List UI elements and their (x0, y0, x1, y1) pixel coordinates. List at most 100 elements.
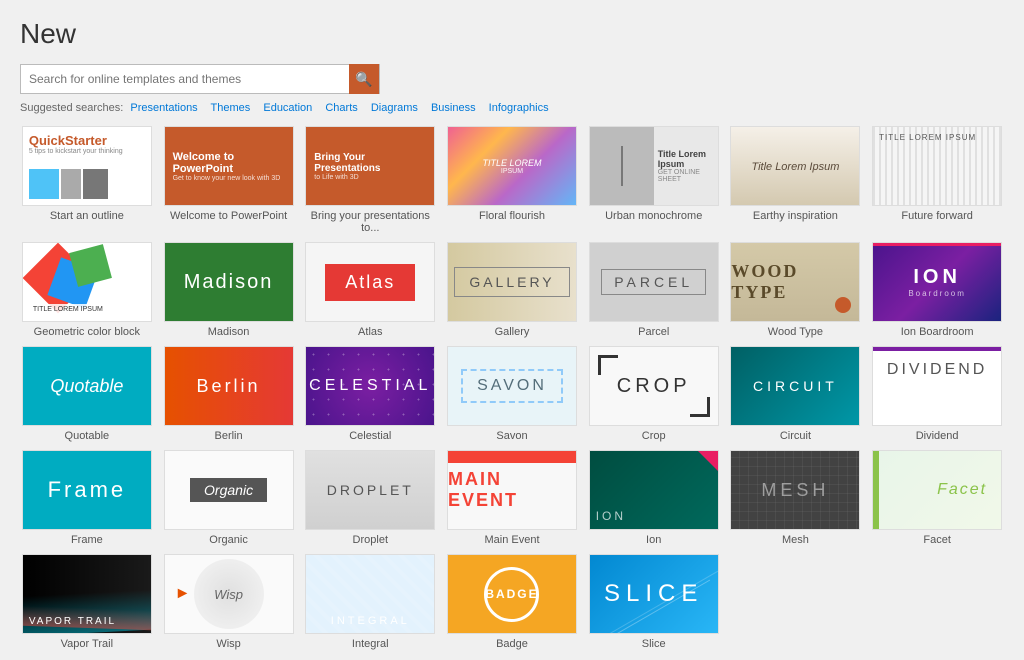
template-thumb-savon: SAVON (447, 346, 577, 426)
template-thumb-gallery: GALLERY (447, 242, 577, 322)
template-thumb-floral: TITLE LOREM IPSUM (447, 126, 577, 206)
template-label-celestial: Celestial (349, 430, 391, 442)
template-welcome[interactable]: Welcome to PowerPoint Get to know your n… (162, 126, 296, 234)
template-label-circuit: Circuit (780, 430, 811, 442)
template-label-quickstarter: Start an outline (50, 210, 124, 222)
template-thumb-droplet: DROPLET (305, 450, 435, 530)
template-thumb-circuit: CIRCUIT (730, 346, 860, 426)
template-label-gallery: Gallery (495, 326, 530, 338)
template-earthy[interactable]: Title Lorem Ipsum Earthy inspiration (729, 126, 863, 234)
template-dividend[interactable]: DIVIDEND Dividend (870, 346, 1004, 442)
template-thumb-quotable: Quotable (22, 346, 152, 426)
template-thumb-dividend: DIVIDEND (872, 346, 1002, 426)
template-thumb-slice: SLICE (589, 554, 719, 634)
template-parcel[interactable]: PARCEL Parcel (587, 242, 721, 338)
template-thumb-welcome: Welcome to PowerPoint Get to know your n… (164, 126, 294, 206)
template-label-urban: Urban monochrome (605, 210, 702, 222)
template-integral[interactable]: INTEGRAL Integral (303, 554, 437, 650)
template-mesh[interactable]: MESH Mesh (729, 450, 863, 546)
template-thumb-mesh: MESH (730, 450, 860, 530)
template-label-future: Future forward (901, 210, 973, 222)
template-thumb-earthy: Title Lorem Ipsum (730, 126, 860, 206)
template-label-savon: Savon (496, 430, 527, 442)
suggested-searches: Suggested searches: Presentations Themes… (20, 102, 1004, 114)
suggested-infographics[interactable]: Infographics (489, 102, 549, 114)
template-vapor[interactable]: VAPOR TRAIL Vapor Trail (20, 554, 154, 650)
page-title: New (20, 18, 1004, 50)
template-label-mesh: Mesh (782, 534, 809, 546)
template-label-badge: Badge (496, 638, 528, 650)
template-label-berlin: Berlin (215, 430, 243, 442)
template-atlas[interactable]: Atlas Atlas (303, 242, 437, 338)
template-facet[interactable]: Facet Facet (870, 450, 1004, 546)
template-future[interactable]: TITLE LOREM IPSUM Future forward (870, 126, 1004, 234)
template-label-facet: Facet (923, 534, 951, 546)
template-urban[interactable]: Title Lorem Ipsum GET ONLINE SHEET Urban… (587, 126, 721, 234)
template-ionboardroom[interactable]: ION Boardroom Ion Boardroom (870, 242, 1004, 338)
template-bring[interactable]: Bring Your Presentations to Life with 3D… (303, 126, 437, 234)
template-thumb-wisp: ► Wisp (164, 554, 294, 634)
template-crop[interactable]: CROP Crop (587, 346, 721, 442)
suggested-charts[interactable]: Charts (325, 102, 357, 114)
templates-grid: QuickStarter 5 tips to kickstart your th… (20, 126, 1004, 650)
template-savon[interactable]: SAVON Savon (445, 346, 579, 442)
suggested-label: Suggested searches: (20, 102, 123, 114)
template-thumb-facet: Facet (872, 450, 1002, 530)
template-label-geo: Geometric color block (34, 326, 140, 338)
template-wisp[interactable]: ► Wisp Wisp (162, 554, 296, 650)
suggested-diagrams[interactable]: Diagrams (371, 102, 418, 114)
template-badge[interactable]: BADGE Badge (445, 554, 579, 650)
template-circuit[interactable]: CIRCUIT Circuit (729, 346, 863, 442)
template-organic[interactable]: Organic Organic (162, 450, 296, 546)
template-label-madison: Madison (208, 326, 250, 338)
template-droplet[interactable]: DROPLET Droplet (303, 450, 437, 546)
template-thumb-crop: CROP (589, 346, 719, 426)
template-thumb-frame: Frame (22, 450, 152, 530)
template-woodtype[interactable]: WOOD TYPE Wood Type (729, 242, 863, 338)
template-thumb-woodtype: WOOD TYPE (730, 242, 860, 322)
template-thumb-integral: INTEGRAL (305, 554, 435, 634)
search-input[interactable] (21, 72, 349, 86)
template-thumb-quickstarter: QuickStarter 5 tips to kickstart your th… (22, 126, 152, 206)
template-label-floral: Floral flourish (479, 210, 545, 222)
template-thumb-vapor: VAPOR TRAIL (22, 554, 152, 634)
template-thumb-celestial: CELESTIAL (305, 346, 435, 426)
template-label-droplet: Droplet (353, 534, 388, 546)
template-berlin[interactable]: Berlin Berlin (162, 346, 296, 442)
template-geo[interactable]: TITLE LOREM IPSUM Geometric color block (20, 242, 154, 338)
template-thumb-future: TITLE LOREM IPSUM (872, 126, 1002, 206)
template-label-ion2: Ion (646, 534, 661, 546)
template-madison[interactable]: Madison Madison (162, 242, 296, 338)
suggested-business[interactable]: Business (431, 102, 476, 114)
template-slice[interactable]: SLICE Slice (587, 554, 721, 650)
template-thumb-atlas: Atlas (305, 242, 435, 322)
template-quotable[interactable]: Quotable Quotable (20, 346, 154, 442)
template-label-parcel: Parcel (638, 326, 669, 338)
template-label-crop: Crop (642, 430, 666, 442)
template-label-dividend: Dividend (916, 430, 959, 442)
suggested-education[interactable]: Education (263, 102, 312, 114)
template-thumb-bring: Bring Your Presentations to Life with 3D (305, 126, 435, 206)
template-label-welcome: Welcome to PowerPoint (170, 210, 287, 222)
suggested-presentations[interactable]: Presentations (130, 102, 197, 114)
template-quickstarter[interactable]: QuickStarter 5 tips to kickstart your th… (20, 126, 154, 234)
template-gallery[interactable]: GALLERY Gallery (445, 242, 579, 338)
search-button[interactable]: 🔍 (349, 64, 379, 94)
template-thumb-ion2: ION (589, 450, 719, 530)
template-floral[interactable]: TITLE LOREM IPSUM Floral flourish (445, 126, 579, 234)
template-ion2[interactable]: ION Ion (587, 450, 721, 546)
suggested-themes[interactable]: Themes (211, 102, 251, 114)
template-label-mainevent: Main Event (484, 534, 539, 546)
template-mainevent[interactable]: MAIN EVENT Main Event (445, 450, 579, 546)
template-frame[interactable]: Frame Frame (20, 450, 154, 546)
template-thumb-madison: Madison (164, 242, 294, 322)
template-celestial[interactable]: CELESTIAL Celestial (303, 346, 437, 442)
template-thumb-geo: TITLE LOREM IPSUM (22, 242, 152, 322)
template-label-ionboardroom: Ion Boardroom (901, 326, 974, 338)
template-thumb-urban: Title Lorem Ipsum GET ONLINE SHEET (589, 126, 719, 206)
template-label-bring: Bring your presentations to... (303, 210, 437, 234)
template-label-earthy: Earthy inspiration (753, 210, 838, 222)
template-label-wisp: Wisp (216, 638, 240, 650)
page-container: New 🔍 Suggested searches: Presentations … (0, 0, 1024, 660)
template-thumb-mainevent: MAIN EVENT (447, 450, 577, 530)
